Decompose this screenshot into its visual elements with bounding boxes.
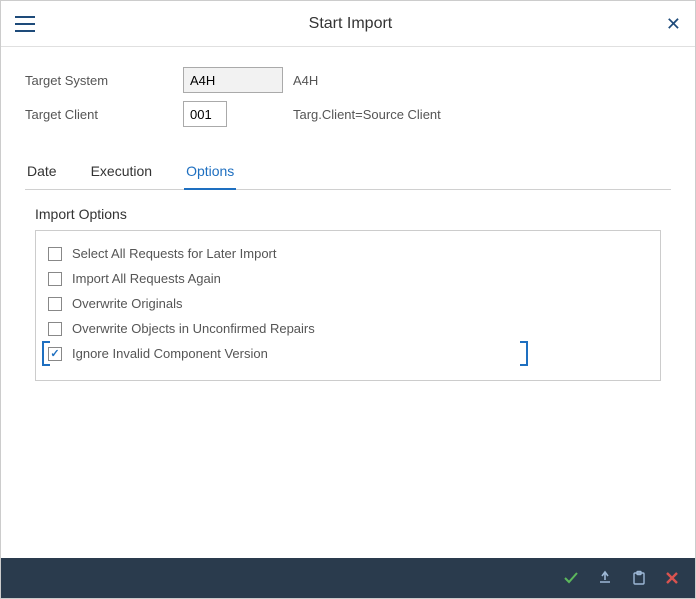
confirm-icon[interactable] [563,570,579,586]
checkbox-import-all-again[interactable] [48,272,62,286]
option-label: Overwrite Objects in Unconfirmed Repairs [72,321,315,336]
focus-indicator [520,352,528,366]
menu-icon[interactable] [15,16,35,32]
option-overwrite-originals: Overwrite Originals [48,291,648,316]
inspect-icon[interactable] [597,570,613,586]
dialog-title: Start Import [35,15,666,33]
option-import-all-again: Import All Requests Again [48,266,648,291]
checkbox-overwrite-originals[interactable] [48,297,62,311]
target-client-label: Target Client [25,107,183,122]
option-label: Import All Requests Again [72,271,221,286]
field-target-system: Target System A4H [25,67,671,93]
option-label: Overwrite Originals [72,296,183,311]
target-system-input[interactable] [183,67,283,93]
option-label: Ignore Invalid Component Version [72,346,268,361]
import-options-box: Select All Requests for Later Import Imp… [35,230,661,381]
checkbox-ignore-invalid-version[interactable] [48,347,62,361]
option-select-all-requests: Select All Requests for Later Import [48,241,648,266]
focus-indicator [42,352,50,366]
tab-options[interactable]: Options [184,155,236,189]
clipboard-icon[interactable] [631,570,647,586]
target-system-desc: A4H [293,73,318,88]
field-target-client: Target Client Targ.Client=Source Client [25,101,671,127]
option-overwrite-unconfirmed: Overwrite Objects in Unconfirmed Repairs [48,316,648,341]
target-client-desc: Targ.Client=Source Client [293,107,441,122]
cancel-icon[interactable] [665,571,679,585]
checkbox-select-all-requests[interactable] [48,247,62,261]
dialog-footer [1,558,695,598]
close-icon[interactable]: ✕ [666,15,681,33]
option-label: Select All Requests for Later Import [72,246,276,261]
tabs: Date Execution Options [25,155,671,190]
target-client-input[interactable] [183,101,227,127]
dialog-content: Target System A4H Target Client Targ.Cli… [1,47,695,381]
target-system-label: Target System [25,73,183,88]
section-title: Import Options [35,206,661,222]
tab-date[interactable]: Date [25,155,59,189]
checkbox-overwrite-unconfirmed[interactable] [48,322,62,336]
dialog-header: Start Import ✕ [1,1,695,47]
tab-execution[interactable]: Execution [89,155,154,189]
option-ignore-invalid-version: Ignore Invalid Component Version [48,341,648,366]
